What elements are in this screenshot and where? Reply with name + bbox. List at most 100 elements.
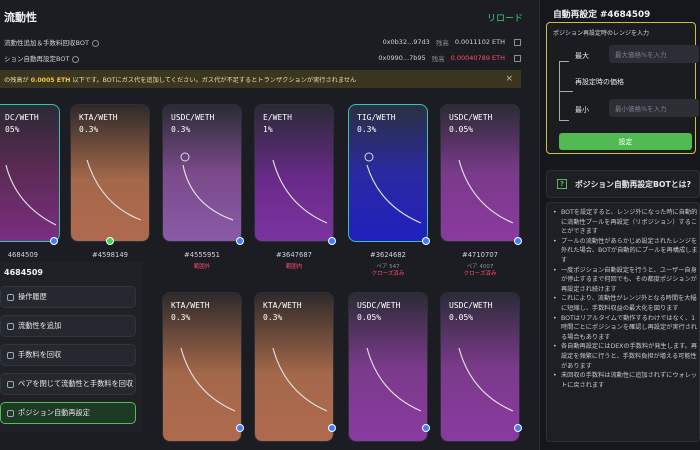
card-pair: DC/WETH	[5, 113, 39, 122]
close-pair-icon	[7, 380, 14, 388]
faq-item: これにより、流動性がレンジ外となる時間を大幅に短縮し、手数料収益の最大化を図りま…	[553, 294, 699, 313]
min-label: 最小	[575, 106, 589, 114]
card-id: #4555951	[184, 251, 220, 259]
position-card[interactable]: KTA/WETH 0.3%	[162, 292, 242, 442]
card-fee: 1%	[263, 125, 273, 134]
card-fee: 0.3%	[79, 125, 99, 134]
faq-item: プールの流動性があらかじめ設定されたレンジを外れた場合、BOTが自動的にプールを…	[553, 237, 699, 266]
menu-item-close-pair[interactable]: ペアを閉じて流動性と手数料を回収	[0, 373, 136, 395]
position-card[interactable]: USDC/WETH 0.05%	[440, 104, 520, 242]
reload-link[interactable]: リロード	[487, 11, 523, 24]
card-pair: TIG/WETH	[357, 113, 396, 122]
close-icon[interactable]: ×	[505, 74, 513, 84]
warning-text: の残高が	[4, 76, 31, 84]
status-dot	[50, 237, 58, 245]
status-dot	[514, 237, 522, 245]
menu-item-label: ペアを閉じて流動性と手数料を回収	[18, 379, 134, 388]
set-button[interactable]: 設定	[559, 133, 692, 150]
settings-title: 自動再設定 #4684509	[553, 10, 651, 20]
external-link-icon[interactable]	[514, 54, 521, 62]
status-dot	[236, 237, 244, 245]
refresh-icon	[7, 409, 14, 417]
position-card[interactable]: KTA/WETH 0.3%	[70, 104, 150, 242]
position-card[interactable]: USDC/WETH 0.05%	[440, 292, 520, 442]
position-card[interactable]: USDC/WETH 0.3%	[162, 104, 242, 242]
range-settings-box: ポジション再設定時のレンジを入力 最大 最大価格%を入力 再設定時の価格 最小 …	[546, 22, 699, 154]
plus-icon	[7, 322, 14, 330]
menu-item-collect-fees[interactable]: 手数料を回収	[0, 344, 136, 366]
max-label: 最大	[575, 52, 589, 60]
menu-item-history[interactable]: 操作履歴	[0, 286, 136, 308]
position-card[interactable]: DC/WETH 05%	[0, 104, 60, 242]
bot-row-liquidity: 流動性追加＆手数料回収BOT 0x0b32...97d3 残高 0.0011102 …	[0, 34, 539, 50]
card-id: #4710707	[462, 251, 498, 259]
status-dot	[514, 424, 522, 432]
menu-item-add-liquidity[interactable]: 流動性を追加	[0, 315, 136, 337]
status-dot	[328, 424, 336, 432]
bot-address: 0x0990...7b95	[378, 54, 426, 62]
position-card[interactable]: USDC/WETH 0.05%	[348, 292, 428, 442]
card-pair: KTA/WETH	[263, 301, 302, 310]
card-pair: USDC/WETH	[449, 301, 493, 310]
balance-label: 残高	[431, 55, 445, 63]
help-icon[interactable]	[72, 55, 80, 63]
card-pair: KTA/WETH	[171, 301, 210, 310]
bot-balance: 0.0011102 ETH	[454, 38, 505, 46]
card-fee: 0.3%	[263, 313, 283, 322]
current-price-label: 再設定時の価格	[575, 78, 624, 86]
faq-item: 各自動再設定にはDEXの手数料が発生します。再設定を頻繁に行うと、手数料負担が増…	[553, 342, 699, 371]
card-fee: 0.3%	[171, 313, 191, 322]
bot-label: ション自動再設定BOT	[4, 55, 70, 63]
card-fee: 0.05%	[449, 313, 474, 322]
max-price-input[interactable]: 最大価格%を入力	[609, 45, 699, 63]
gas-warning-banner: の残高が 0.0005 ETH 以下です。BOTにガス代を追加してください。ガス…	[0, 70, 521, 88]
card-fee: 0.3%	[171, 125, 191, 134]
card-status: 範囲内	[285, 264, 303, 270]
position-card[interactable]: KTA/WETH 0.3%	[254, 292, 334, 442]
warning-text: 以下です。BOTにガス代を追加してください。ガス代が不足するとトランザクションが…	[70, 76, 357, 84]
card-id: #3647687	[276, 251, 312, 259]
card-id: #3624682	[370, 251, 406, 259]
menu-item-label: 手数料を回収	[18, 350, 62, 359]
menu-title: 4684509	[4, 268, 43, 277]
card-fee: 0.3%	[357, 125, 377, 134]
card-pair: KTA/WETH	[79, 113, 118, 122]
menu-item-label: ポジション自動再設定	[18, 408, 90, 417]
menu-item-auto-reposition[interactable]: ポジション自動再設定	[0, 402, 136, 424]
bot-balance: 0.00040789 ETH	[450, 54, 505, 62]
faq-item: 一度ポジション自動設定を行うと、ユーザー自身が停止するまで何回でも、その都度ポジ…	[553, 266, 699, 295]
status-dot	[236, 424, 244, 432]
history-icon	[7, 293, 14, 301]
card-fee: 0.05%	[449, 125, 474, 134]
bot-label: 流動性追加＆手数料回収BOT	[4, 39, 89, 47]
position-card[interactable]: TIG/WETH 0.3%	[348, 104, 428, 242]
bot-row-reposition: ション自動再設定BOT 0x0990...7b95 残高 0.00040789 ET…	[0, 50, 539, 66]
card-id: 4684509	[7, 251, 38, 259]
status-dot	[106, 237, 114, 245]
card-fee: 05%	[5, 125, 20, 134]
card-pair: USDC/WETH	[449, 113, 493, 122]
position-menu: 4684509 操作履歴 流動性を追加 手数料を回収 ペアを閉じて流動性と手数料…	[0, 262, 142, 432]
faq-item: BOTはリアルタイムで動作するわけではなく、1時間ごとにポジションを確認し再設定…	[553, 314, 699, 343]
faq-item: BOTを設定すると、レンジ外になった時に自動的に流動性プールを再設定（リポジショ…	[553, 208, 699, 237]
balance-label: 残高	[435, 39, 449, 47]
card-id: #4598149	[92, 251, 128, 259]
help-icon[interactable]	[91, 39, 99, 47]
status-dot	[328, 237, 336, 245]
bot-address: 0x0b32...97d3	[382, 38, 430, 46]
card-status: 範囲外	[193, 264, 211, 270]
position-card[interactable]: E/WETH 1%	[254, 104, 334, 242]
external-link-icon[interactable]	[514, 38, 521, 46]
status-dot	[422, 424, 430, 432]
faq-header[interactable]: ? ポジション自動再設定BOTとは?	[546, 170, 700, 198]
card-pair: USDC/WETH	[171, 113, 215, 122]
warning-amount: 0.0005 ETH	[30, 76, 71, 84]
min-price-input[interactable]: 最小価格%を入力	[609, 99, 699, 117]
settings-caption: ポジション再設定時のレンジを入力	[553, 30, 650, 37]
page-title: 流動性	[4, 11, 37, 24]
menu-item-label: 流動性を追加	[18, 321, 62, 330]
card-status: クローズ済み	[463, 271, 497, 277]
range-bracket-tick	[559, 91, 573, 92]
faq-item: 未回収の手数料は流動性に追加されずにウォレットに戻されます	[553, 371, 699, 390]
status-dot	[422, 237, 430, 245]
